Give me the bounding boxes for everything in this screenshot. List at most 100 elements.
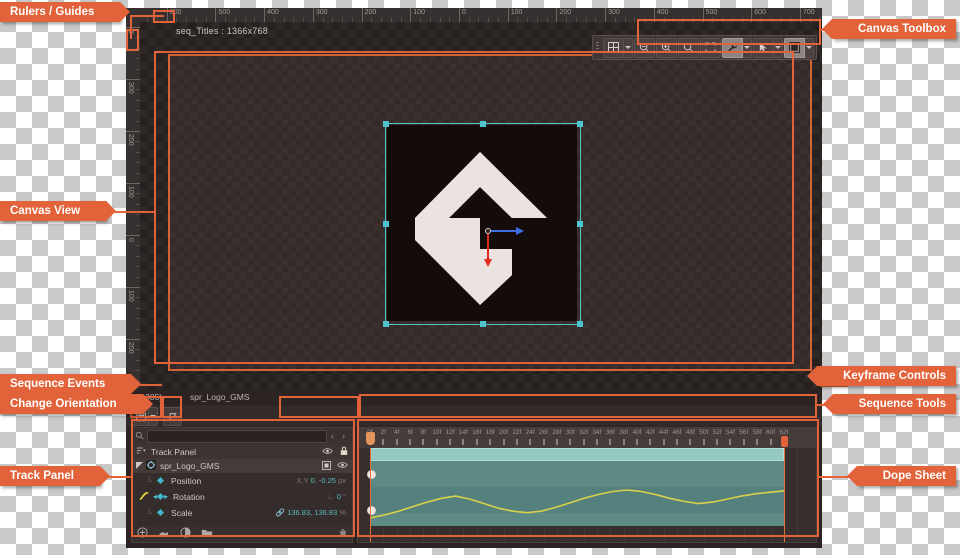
ruler-tick: 200 — [361, 8, 376, 22]
track-row-object[interactable]: spr_Logo_GMS — [132, 459, 352, 473]
sprite-logo[interactable] — [387, 125, 577, 321]
playhead-handle[interactable] — [366, 432, 375, 445]
ruler-tick-label: 100 — [127, 186, 134, 198]
ruler-tick: 500 — [215, 8, 230, 22]
frame-tick — [422, 439, 425, 445]
track-search-bar[interactable]: ‹ › — [132, 428, 352, 444]
new-folder-icon[interactable] — [201, 525, 213, 543]
toggle-visibility-icon[interactable] — [180, 525, 191, 543]
search-input[interactable] — [147, 429, 327, 443]
end-marker-handle[interactable] — [781, 436, 788, 447]
playhead-line[interactable] — [370, 448, 371, 542]
track-panel-header: Track Panel — [132, 444, 352, 459]
chevron-down-icon[interactable] — [743, 37, 752, 58]
frame-tick — [395, 439, 398, 445]
track-row-scale[interactable]: └ Scale 🔗 136.83, 136.83 % — [132, 506, 352, 519]
callout-sequence-tools: Sequence Tools — [822, 394, 956, 414]
search-prev-icon[interactable]: ‹ — [327, 431, 338, 441]
track-panel[interactable]: ‹ › Track Panel spr_Logo_GMS └ Position … — [131, 427, 353, 543]
canvas-toolbox[interactable] — [592, 35, 817, 60]
frame-tick — [742, 439, 745, 445]
keyframe-marker[interactable] — [367, 470, 376, 479]
diamond-key-icon[interactable] — [156, 476, 165, 485]
frame-tick-label: 54f — [725, 429, 735, 436]
frame-tick — [382, 439, 385, 445]
value-angle[interactable]: 0 — [337, 492, 341, 501]
frame-tick — [462, 439, 465, 445]
ruler-tick-label: 300 — [127, 82, 134, 94]
chevron-down-icon[interactable] — [624, 37, 633, 58]
curve-key-icon[interactable] — [138, 491, 150, 503]
diamond-key-icon[interactable] — [156, 508, 165, 517]
wrench-icon[interactable] — [722, 37, 743, 58]
track-value-scale[interactable]: 🔗 136.83, 136.83 % — [276, 508, 352, 517]
canvas-view[interactable]: seq_Titles : 1366x768 — [140, 22, 822, 389]
add-track-icon[interactable] — [137, 525, 148, 543]
frame-tick — [729, 439, 732, 445]
search-next-icon[interactable]: › — [338, 431, 349, 441]
grid-icon[interactable] — [603, 37, 624, 58]
frame-tick-label: 48f — [685, 429, 695, 436]
ruler-tick: 200 — [126, 131, 140, 146]
frame-tick-label: 2f — [380, 429, 387, 436]
track-row-rotation[interactable]: ◂ ▸ Rotation ∟ 0 ° — [132, 490, 352, 503]
dope-sheet-body[interactable] — [358, 448, 816, 542]
value-x[interactable]: 0 — [311, 476, 315, 485]
zoom-out-icon[interactable] — [634, 37, 655, 58]
eye-icon[interactable] — [337, 461, 348, 471]
frame-tick-label: 38f — [619, 429, 629, 436]
frame-tick-label: 52f — [712, 429, 722, 436]
dope-sheet[interactable]: 0f2f4f6f8f10f12f14f16f18f20f22f24f26f28f… — [357, 427, 817, 543]
track-value-position[interactable]: X,Y 0, -0.25 px — [296, 476, 352, 485]
ruler-tick-label: 200 — [127, 342, 134, 354]
cursor-icon[interactable] — [753, 37, 774, 58]
next-keyframe-icon[interactable]: ▸ — [164, 492, 168, 501]
expand-arrow-icon[interactable] — [136, 461, 143, 471]
frame-tick-label: 24f — [525, 429, 535, 436]
track-panel-footer[interactable] — [132, 526, 352, 542]
fit-to-view-icon[interactable] — [700, 37, 721, 58]
callout-canvas-view: Canvas View — [0, 201, 117, 221]
frame-tick-label: 46f — [672, 429, 682, 436]
diamond-key-icon[interactable] — [156, 492, 165, 501]
tools-button-group[interactable] — [722, 37, 752, 58]
frame-tick-label: 30f — [565, 429, 575, 436]
solo-icon[interactable] — [322, 460, 331, 472]
dope-sheet-ruler[interactable]: 0f2f4f6f8f10f12f14f16f18f20f22f24f26f28f… — [358, 428, 816, 448]
delete-track-icon[interactable] — [339, 525, 347, 543]
grid-button-group[interactable] — [603, 37, 633, 58]
chevron-down-icon[interactable] — [774, 37, 783, 58]
shape-button-group[interactable] — [784, 37, 814, 58]
track-row-position[interactable]: └ Position X,Y 0, -0.25 px — [132, 474, 352, 487]
toolbox-drag-handle[interactable] — [596, 41, 599, 54]
link-icon[interactable]: 🔗 — [276, 508, 285, 517]
keyframe-marker[interactable] — [367, 506, 376, 515]
track-filter-icon[interactable] — [136, 446, 146, 457]
rectangle-icon[interactable] — [784, 37, 805, 58]
select-button-group[interactable] — [753, 37, 783, 58]
gamemaker-logo-icon — [415, 152, 547, 305]
status-bar: (-1, 385) spr_Logo_GMS — [126, 389, 822, 405]
track-value-rotation[interactable]: ∟ 0 ° — [327, 492, 352, 501]
sequence-events-button[interactable] — [163, 407, 182, 426]
callout-keyframe-controls: Keyframe Controls — [807, 366, 956, 386]
frame-tick-label: 42f — [645, 429, 655, 436]
zoom-reset-icon[interactable] — [678, 37, 699, 58]
ruler-tick: 100 — [410, 8, 425, 22]
chevron-down-icon[interactable] — [805, 37, 814, 58]
value-scale[interactable]: 136.83, 136.83 — [287, 508, 337, 517]
rotation-curve — [370, 489, 784, 519]
callout-change-orientation: Change Orientation — [0, 394, 153, 414]
vertical-ruler[interactable]: 03002001000100200300 — [126, 22, 140, 389]
zoom-in-icon[interactable] — [656, 37, 677, 58]
eye-icon[interactable] — [322, 447, 333, 457]
origin-gizmo[interactable] — [482, 225, 530, 269]
duplicate-track-icon[interactable] — [158, 525, 170, 543]
horizontal-ruler[interactable]: 700 600 500 400 300 200 100 0 100 200 300 400 500 600… — [140, 8, 822, 22]
frame-tick — [569, 439, 572, 445]
frame-tick-label: 28f — [552, 429, 562, 436]
frame-tick-label: 8f — [420, 429, 427, 436]
lock-icon[interactable] — [340, 446, 348, 458]
value-y[interactable]: -0.25 — [319, 476, 336, 485]
end-marker-line[interactable] — [784, 448, 785, 542]
